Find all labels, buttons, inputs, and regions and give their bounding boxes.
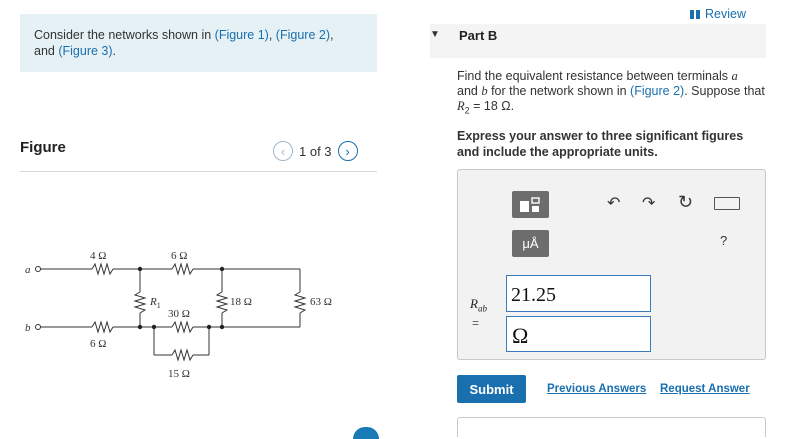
caret-down-icon[interactable]: ▼ — [430, 29, 440, 40]
figure-pager: ‹ 1 of 3 › — [273, 141, 358, 161]
terminal-b-label: b — [25, 322, 31, 334]
help-button[interactable]: ? — [720, 233, 727, 248]
resistor-r1-label: R1 — [149, 296, 161, 310]
intro-suffix: . — [112, 44, 117, 58]
resistor-6-ohm-bottom-label: 6 Ω — [90, 338, 106, 350]
figure-2-link[interactable]: (Figure 2) — [276, 28, 330, 42]
resistor-6-ohm-top-label: 6 Ω — [171, 250, 187, 262]
question-pre: Find the equivalent resistance between t… — [457, 69, 732, 83]
scroll-hint-tab[interactable] — [353, 427, 379, 439]
next-part-panel — [457, 417, 766, 437]
resistor-4-ohm-label: 4 Ω — [90, 250, 106, 262]
chevron-left-icon[interactable]: ‹ — [273, 141, 293, 161]
answer-instruction: Express your answer to three significant… — [457, 129, 744, 159]
question-and: and — [457, 84, 482, 98]
problem-intro-text: Consider the networks shown in (Figure 1… — [34, 27, 364, 59]
chevron-right-icon[interactable]: › — [337, 141, 358, 161]
undo-icon[interactable]: ↶ — [607, 193, 620, 213]
intro-prefix: Consider the networks shown in — [34, 28, 215, 42]
answer-equals-sign: = — [472, 316, 480, 330]
terminal-a-label: a — [25, 264, 31, 276]
circuit-diagram: a b 4 Ω 6 Ω 6 Ω R1 30 Ω 15 Ω 18 Ω 63 Ω — [25, 250, 332, 380]
answer-variable-label: Rab — [470, 296, 487, 314]
figure-page-indicator: 1 of 3 — [299, 143, 332, 159]
redo-icon[interactable]: ↷ — [642, 193, 655, 213]
figure-2-link[interactable]: (Figure 2) — [630, 84, 684, 98]
answer-variable-sub: ab — [477, 303, 487, 314]
intro-separator: , — [268, 28, 276, 42]
request-answer-link[interactable]: Request Answer — [660, 383, 750, 395]
review-label: Review — [705, 7, 746, 21]
answer-value-input[interactable]: 21.25 — [506, 275, 651, 312]
question-mid: for the network shown in — [487, 84, 631, 98]
answer-variable-main: R — [470, 296, 478, 311]
part-b-title: Part B — [459, 28, 498, 43]
previous-answers-link[interactable]: Previous Answers — [547, 383, 646, 395]
terminal-b-node — [35, 324, 41, 330]
r2-symbol: R — [457, 99, 465, 113]
figure-1-link[interactable]: (Figure 1) — [215, 28, 269, 42]
question-text: Find the equivalent resistance between t… — [457, 69, 767, 119]
templates-icon[interactable] — [512, 191, 549, 218]
review-link[interactable]: Review — [690, 7, 746, 21]
term-a: a — [731, 69, 738, 83]
units-button[interactable]: μÅ — [512, 230, 549, 257]
answer-unit-input[interactable]: Ω — [506, 316, 651, 352]
reset-icon[interactable]: ↻ — [678, 192, 693, 213]
figure-divider — [20, 171, 377, 172]
resistor-63-ohm-label: 63 Ω — [310, 296, 332, 308]
problem-intro-box: Consider the networks shown in (Figure 1… — [20, 14, 377, 72]
resistor-30-ohm-label: 30 Ω — [168, 308, 190, 320]
submit-button[interactable]: Submit — [457, 375, 526, 403]
terminal-a-node — [35, 266, 41, 272]
r2-value: = 18 Ω. — [469, 99, 515, 113]
question-suppose: . Suppose that — [684, 84, 765, 98]
resistor-18-ohm-label: 18 Ω — [230, 296, 252, 308]
figure-3-link[interactable]: (Figure 3) — [58, 44, 112, 58]
review-bars-icon — [690, 9, 700, 19]
keyboard-icon[interactable] — [714, 197, 740, 210]
resistor-15-ohm-label: 15 Ω — [168, 368, 190, 380]
intro-and: and — [34, 44, 59, 58]
intro-separator: , — [329, 28, 334, 42]
templates-glyph — [519, 196, 540, 212]
figure-heading: Figure — [20, 139, 66, 156]
